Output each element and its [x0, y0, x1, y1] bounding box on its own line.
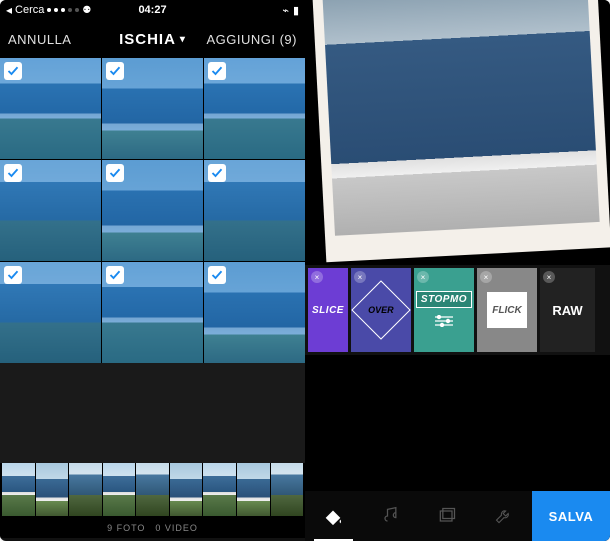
- battery-icon: ▮: [293, 4, 299, 17]
- check-icon: [4, 266, 22, 284]
- tab-style[interactable]: [305, 491, 362, 541]
- photo-cell[interactable]: [204, 160, 305, 261]
- close-icon[interactable]: ×: [417, 271, 429, 283]
- filmstrip-thumb[interactable]: [170, 463, 203, 516]
- album-title-dropdown[interactable]: ISCHIA ▾: [119, 31, 186, 48]
- photo-cell[interactable]: [102, 262, 203, 363]
- tab-settings[interactable]: [475, 491, 532, 541]
- bottom-toolbar: SALVA: [305, 491, 610, 541]
- photo-cell[interactable]: [0, 58, 101, 159]
- filmstrip-thumb[interactable]: [203, 463, 236, 516]
- photo-count: 9 FOTO: [107, 523, 145, 533]
- effect-over[interactable]: × OVER: [351, 268, 411, 352]
- photo-cell[interactable]: [102, 58, 203, 159]
- video-count: 0 VIDEO: [155, 523, 198, 533]
- ios-status-bar: ◂ Cerca ⚉ 04:27 ⌁ ▮: [0, 0, 305, 20]
- picker-title-bar: ANNULLA ISCHIA ▾ AGGIUNGI (9): [0, 20, 305, 58]
- close-icon[interactable]: ×: [543, 271, 555, 283]
- wrench-icon: [494, 506, 514, 526]
- preview-photo: [323, 0, 600, 236]
- filmstrip-thumb[interactable]: [2, 463, 35, 516]
- add-button[interactable]: AGGIUNGI (9): [186, 32, 297, 47]
- filmstrip[interactable]: [0, 463, 305, 518]
- filmstrip-thumb[interactable]: [103, 463, 136, 516]
- filmstrip-thumb[interactable]: [69, 463, 102, 516]
- selection-count: 9 FOTO 0 VIDEO: [0, 518, 305, 538]
- effect-label: SLICE: [312, 305, 344, 316]
- music-note-icon: [380, 506, 400, 526]
- photo-grid: [0, 58, 305, 363]
- check-icon: [4, 62, 22, 80]
- save-button[interactable]: SALVA: [532, 491, 610, 541]
- check-icon: [106, 266, 124, 284]
- wifi-icon: ⚉: [82, 5, 91, 16]
- effect-stopmo[interactable]: × STOPMO: [414, 268, 474, 352]
- effect-label: OVER: [368, 305, 394, 315]
- clock: 04:27: [138, 4, 166, 16]
- bluetooth-icon: ⌁: [282, 4, 289, 17]
- back-label[interactable]: Cerca: [15, 4, 44, 16]
- filmstrip-thumb[interactable]: [136, 463, 169, 516]
- photo-picker-screen: ◂ Cerca ⚉ 04:27 ⌁ ▮ ANNULLA ISCHIA ▾ AGG…: [0, 0, 305, 541]
- effect-flick[interactable]: × FLICK: [477, 268, 537, 352]
- photo-cell[interactable]: [0, 262, 101, 363]
- preview-area[interactable]: [305, 0, 610, 265]
- spacer: [0, 363, 305, 463]
- cancel-button[interactable]: ANNULLA: [8, 32, 119, 47]
- tab-layout[interactable]: [419, 491, 476, 541]
- album-title: ISCHIA: [119, 31, 176, 48]
- layers-icon: [437, 506, 457, 526]
- check-icon: [208, 62, 226, 80]
- diamond-icon: OVER: [351, 280, 410, 339]
- photo-cell[interactable]: [204, 58, 305, 159]
- effect-slice[interactable]: × SLICE: [308, 268, 348, 352]
- close-icon[interactable]: ×: [480, 271, 492, 283]
- tab-music[interactable]: [362, 491, 419, 541]
- photo-cell[interactable]: [204, 262, 305, 363]
- filmstrip-thumb[interactable]: [237, 463, 270, 516]
- save-label: SALVA: [549, 509, 594, 524]
- polaroid-frame: [312, 0, 610, 262]
- check-icon: [106, 164, 124, 182]
- paint-bucket-icon: [322, 505, 344, 527]
- photo-cell[interactable]: [0, 160, 101, 261]
- effect-label: FLICK: [492, 305, 521, 316]
- check-icon: [106, 62, 124, 80]
- editor-screen: × SLICE × OVER × STOPMO × FLICK: [305, 0, 610, 541]
- filmstrip-thumb[interactable]: [271, 463, 304, 516]
- effect-label: RAW: [552, 303, 582, 318]
- filmstrip-thumb[interactable]: [36, 463, 69, 516]
- sliders-icon: [433, 314, 455, 330]
- close-icon[interactable]: ×: [354, 271, 366, 283]
- close-icon[interactable]: ×: [311, 271, 323, 283]
- spacer: [305, 355, 610, 491]
- photo-cell[interactable]: [102, 160, 203, 261]
- back-chevron-icon[interactable]: ◂: [6, 3, 12, 17]
- effects-row[interactable]: × SLICE × OVER × STOPMO × FLICK: [305, 265, 610, 355]
- check-icon: [208, 164, 226, 182]
- check-icon: [208, 266, 226, 284]
- check-icon: [4, 164, 22, 182]
- effect-raw[interactable]: × RAW: [540, 268, 595, 352]
- effect-label: STOPMO: [416, 291, 472, 308]
